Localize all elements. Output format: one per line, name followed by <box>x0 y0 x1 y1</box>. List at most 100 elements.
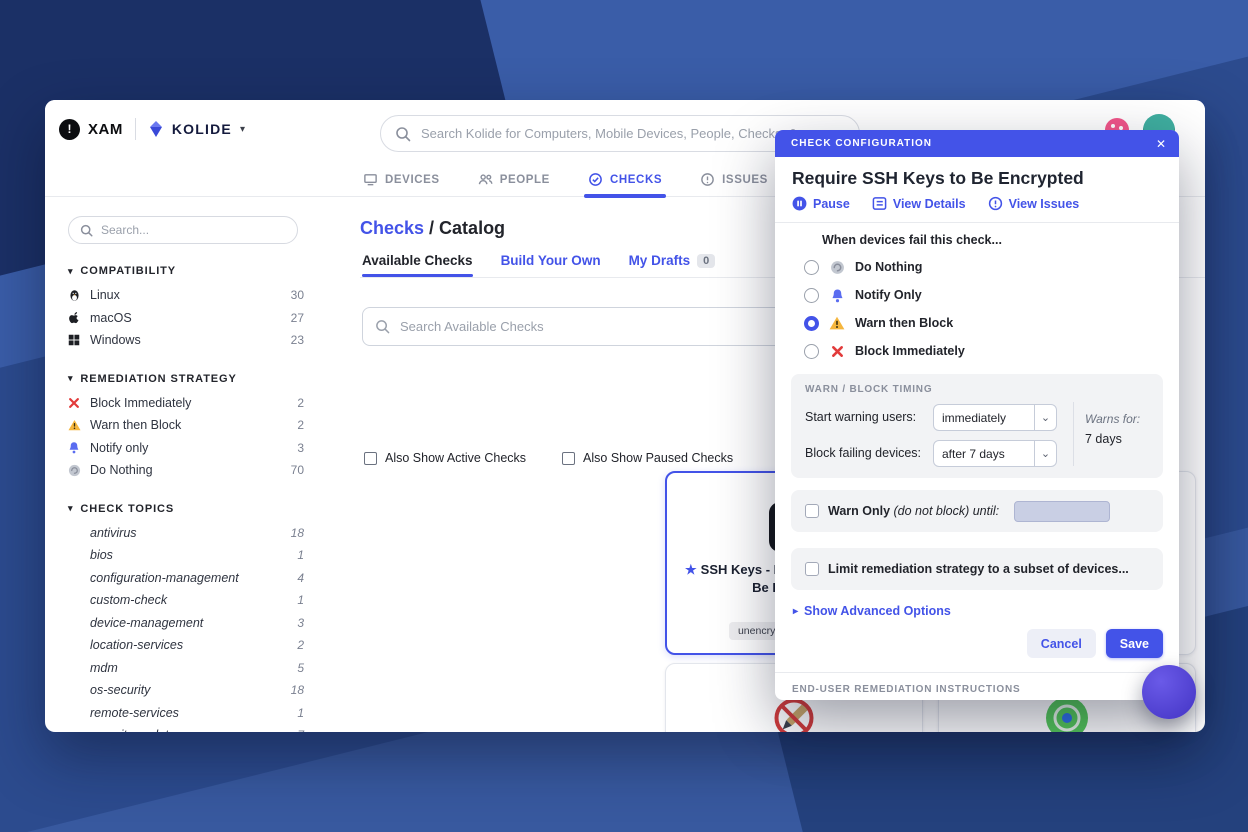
warn-until-input[interactable] <box>1014 500 1111 522</box>
tab-my-drafts[interactable]: My Drafts 0 <box>629 253 716 268</box>
sidebar-topic-security-updates[interactable]: security-updates 7 <box>68 724 304 732</box>
sidebar-topic-configuration-management[interactable]: configuration-management 4 <box>68 567 304 590</box>
filter-show-paused-checks[interactable]: Also Show Paused Checks <box>562 451 733 465</box>
tab-build-your-own[interactable]: Build Your Own <box>501 253 601 268</box>
sidebar-item-block-immediately[interactable]: Block Immediately 2 <box>68 392 304 415</box>
brand-divider <box>134 118 136 140</box>
sidebar-item-notify-only[interactable]: Notify only 3 <box>68 437 304 460</box>
save-button[interactable]: Save <box>1105 629 1163 658</box>
count: 1 <box>297 593 304 608</box>
count: 18 <box>290 525 304 540</box>
sidebar-topic-remote-services[interactable]: remote-services 1 <box>68 702 304 725</box>
xam-logo-icon: ! <box>59 118 80 140</box>
favorite-star-icon[interactable]: ★ <box>685 562 697 577</box>
nav-issues[interactable]: ISSUES <box>700 162 768 197</box>
count: 5 <box>297 660 304 675</box>
sidebar-topic-custom-check[interactable]: custom-check 1 <box>68 589 304 612</box>
section-check-topics: ▾ CHECK TOPICS antivirus 18 bios 1 confi… <box>68 503 304 733</box>
modal-header-title: CHECK CONFIGURATION <box>791 138 933 149</box>
show-advanced-options-link[interactable]: ▸ Show Advanced Options <box>793 604 951 618</box>
radio-circle[interactable] <box>804 343 819 359</box>
chevron-down-icon: ⌄ <box>1034 441 1056 466</box>
catalog-search[interactable] <box>362 307 842 346</box>
do-nothing-icon <box>828 260 846 275</box>
warn-only-checkbox[interactable] <box>805 504 819 518</box>
warning-triangle-icon <box>68 419 90 431</box>
warns-for-label: Warns for: <box>1085 412 1141 426</box>
warn-block-timing-panel: WARN / BLOCK TIMING Start warning users:… <box>791 374 1163 478</box>
radio-block-immediately[interactable]: Block Immediately <box>804 342 965 360</box>
apple-icon <box>68 311 90 324</box>
page-title: Checks / Catalog <box>360 218 505 239</box>
catalog-search-input[interactable] <box>400 319 829 334</box>
filter-show-active-checks[interactable]: Also Show Active Checks <box>364 451 526 465</box>
sidebar-topic-device-management[interactable]: device-management 3 <box>68 612 304 635</box>
sidebar-topic-location-services[interactable]: location-services 2 <box>68 634 304 657</box>
limit-subset-checkbox[interactable] <box>805 562 819 576</box>
cancel-button[interactable]: Cancel <box>1026 629 1096 658</box>
radio-circle[interactable] <box>804 287 819 303</box>
block-x-icon <box>68 397 90 409</box>
sidebar-item-do-nothing[interactable]: Do Nothing 70 <box>68 459 304 482</box>
help-fab-button[interactable] <box>1142 665 1196 719</box>
nav-devices[interactable]: DEVICES <box>363 162 440 197</box>
check-configuration-modal: CHECK CONFIGURATION ✕ Require SSH Keys t… <box>775 130 1179 700</box>
divider <box>775 672 1179 673</box>
warns-for-value: 7 days <box>1085 432 1122 446</box>
compatibility-header[interactable]: ▾ COMPATIBILITY <box>68 265 304 277</box>
nav-checks[interactable]: CHECKS <box>583 162 667 198</box>
start-warning-select[interactable]: immediately ⌄ <box>933 404 1057 431</box>
sidebar-topic-bios[interactable]: bios 1 <box>68 544 304 567</box>
checkbox[interactable] <box>562 451 576 465</box>
sidebar-item-warn-then-block[interactable]: Warn then Block 2 <box>68 414 304 437</box>
radio-do-nothing[interactable]: Do Nothing <box>804 258 922 276</box>
brand[interactable]: ! XAM KOLIDE ▾ <box>59 114 245 144</box>
devices-icon <box>364 174 377 186</box>
fail-behavior-label: When devices fail this check... <box>822 233 1002 247</box>
sidebar-search-input[interactable] <box>101 223 286 237</box>
start-warning-label: Start warning users: <box>805 410 917 424</box>
sidebar-item-windows[interactable]: Windows 23 <box>68 329 304 352</box>
view-details-button[interactable]: View Details <box>872 196 966 211</box>
caret-down-icon[interactable]: ▾ <box>240 124 245 135</box>
section-remediation-strategy: ▾ REMEDIATION STRATEGY Block Immediately… <box>68 373 304 482</box>
search-icon <box>376 320 390 334</box>
sidebar-item-linux[interactable]: Linux 30 <box>68 284 304 307</box>
close-icon[interactable]: ✕ <box>1156 137 1166 151</box>
radio-circle[interactable] <box>804 259 819 275</box>
caret-down-icon: ▾ <box>68 503 74 513</box>
radio-notify-only[interactable]: Notify Only <box>804 286 922 304</box>
windows-icon <box>68 334 90 346</box>
sidebar-topic-antivirus[interactable]: antivirus 18 <box>68 522 304 545</box>
nav-people[interactable]: PEOPLE <box>478 162 550 197</box>
kolide-label: KOLIDE <box>171 121 232 137</box>
find-my-icon <box>1046 697 1088 732</box>
timing-heading: WARN / BLOCK TIMING <box>805 384 933 395</box>
count: 7 <box>297 728 304 732</box>
count: 18 <box>290 683 304 698</box>
sidebar-item-macos[interactable]: macOS 27 <box>68 307 304 330</box>
check-topics-header[interactable]: ▾ CHECK TOPICS <box>68 503 304 515</box>
search-icon <box>396 126 411 141</box>
issues-icon <box>701 173 714 186</box>
breadcrumb-checks[interactable]: Checks <box>360 218 424 238</box>
block-failing-select[interactable]: after 7 days ⌄ <box>933 440 1057 467</box>
count: 23 <box>290 333 304 348</box>
remediation-header[interactable]: ▾ REMEDIATION STRATEGY <box>68 373 304 385</box>
radio-warn-then-block[interactable]: Warn then Block <box>804 314 953 332</box>
tab-available-checks[interactable]: Available Checks <box>362 253 473 277</box>
radio-circle-selected[interactable] <box>804 315 819 331</box>
view-issues-button[interactable]: View Issues <box>988 196 1079 211</box>
sidebar-topic-os-security[interactable]: os-security 18 <box>68 679 304 702</box>
pause-button[interactable]: Pause <box>792 196 850 211</box>
block-failing-label: Block failing devices: <box>805 446 922 460</box>
warning-triangle-icon <box>828 316 846 330</box>
count: 2 <box>297 395 304 410</box>
end-user-remediation-heading: END-USER REMEDIATION INSTRUCTIONS <box>792 684 1021 695</box>
sidebar-topic-mdm[interactable]: mdm 5 <box>68 657 304 680</box>
count: 70 <box>290 463 304 478</box>
checkbox[interactable] <box>364 451 377 465</box>
catalog-filters: Also Show Active Checks Also Show Paused… <box>364 451 733 465</box>
sidebar-search[interactable] <box>68 216 298 244</box>
modal-title: Require SSH Keys to Be Encrypted <box>792 168 1084 188</box>
